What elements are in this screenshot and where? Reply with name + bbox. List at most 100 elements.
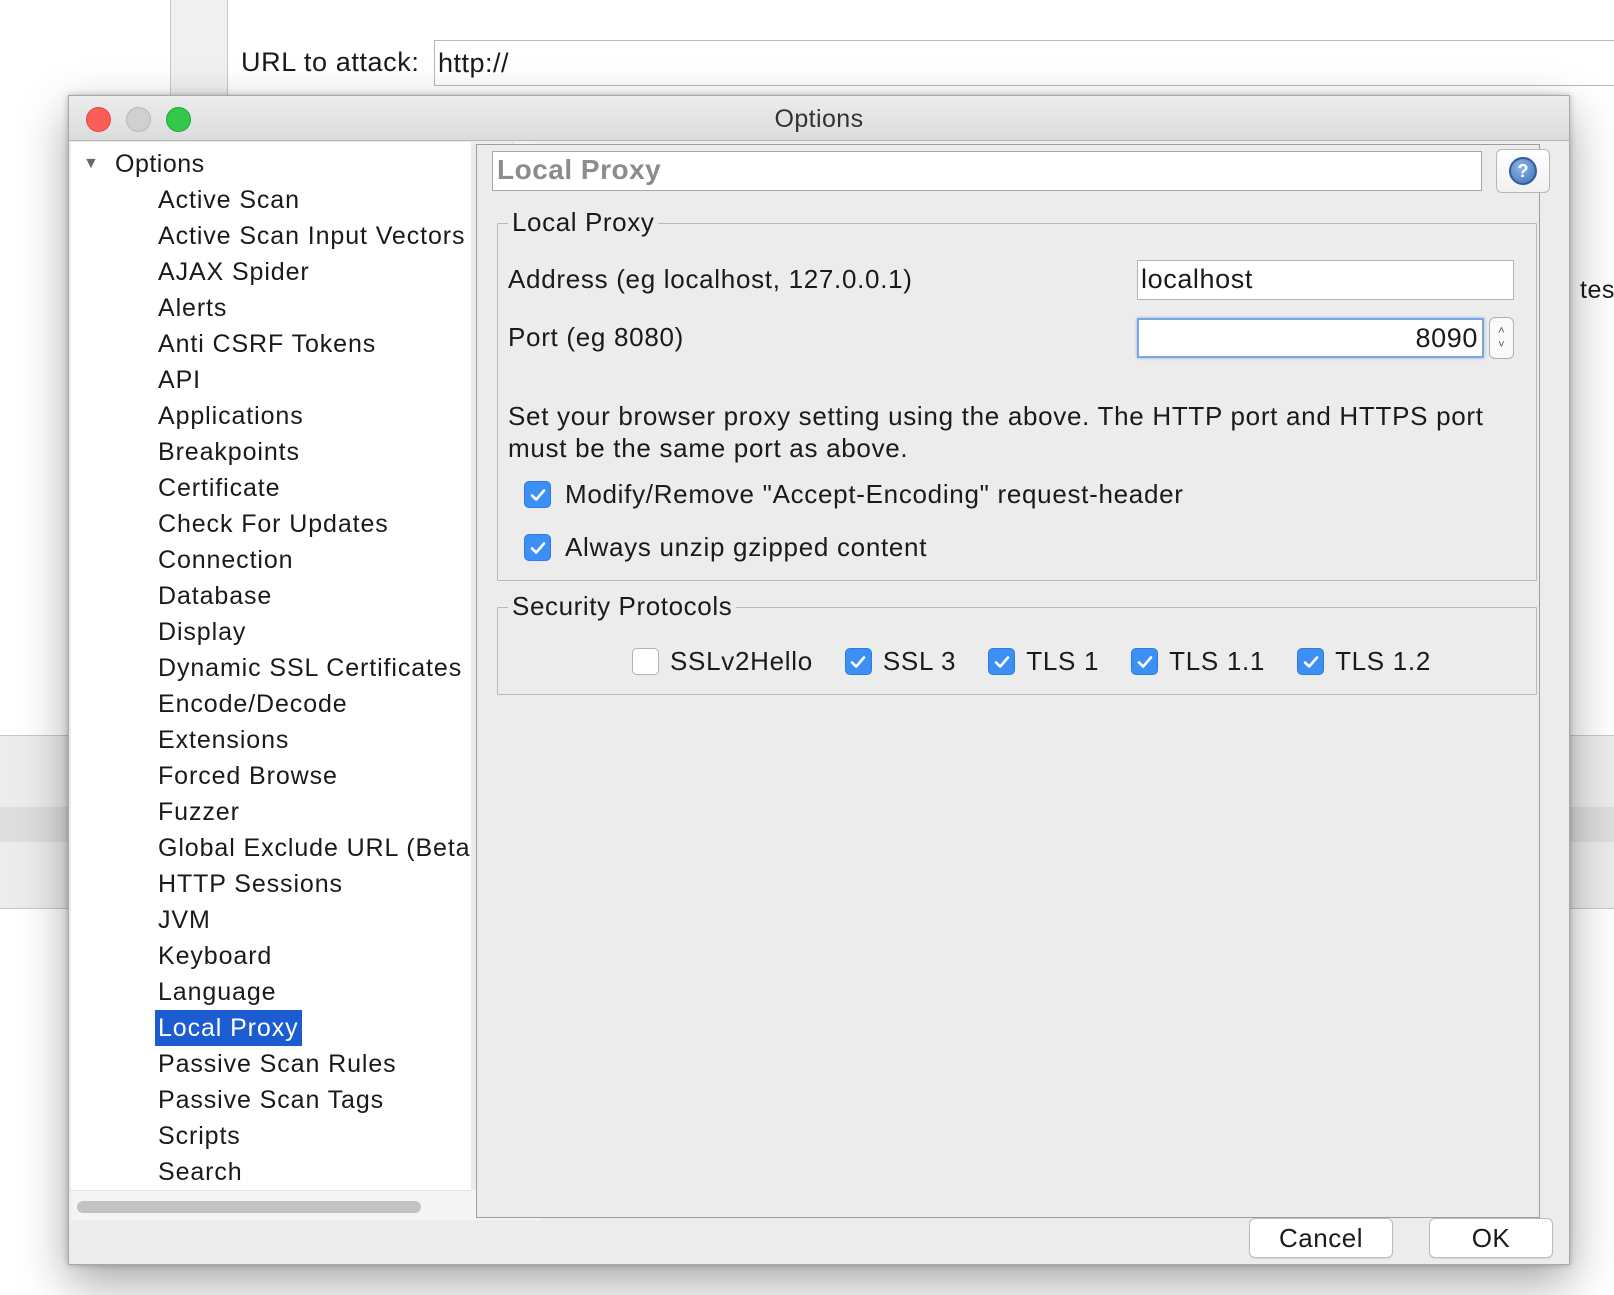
tree-item[interactable]: Certificate [155,474,283,502]
protocol-option[interactable]: SSLv2Hello [632,646,813,677]
protocol-option[interactable]: TLS 1.2 [1297,646,1431,677]
protocol-checkbox[interactable] [1131,648,1159,675]
protocol-checkbox[interactable] [988,648,1016,675]
chevron-down-icon[interactable]: ˅ [1498,338,1504,352]
modify-accept-encoding-label[interactable]: Modify/Remove "Accept-Encoding" request-… [565,479,1184,510]
modify-accept-encoding-checkbox[interactable] [524,481,551,508]
security-protocols-group: Security Protocols SSLv2Hello SSL 3 TLS 1 T… [497,591,1537,695]
tree-item[interactable]: Scripts [155,1122,244,1150]
unzip-gzip-option[interactable]: Always unzip gzipped content [524,532,927,563]
unzip-gzip-label[interactable]: Always unzip gzipped content [565,532,927,563]
port-input[interactable]: 8090 [1137,318,1484,358]
proxy-info-text: Set your browser proxy setting using the… [508,401,1484,463]
security-protocols-group-title: Security Protocols [508,591,737,622]
protocol-checkbox[interactable] [844,648,872,675]
dialog-title: Options [774,105,864,133]
tree-row: Local Proxy [155,1010,471,1046]
protocol-option[interactable]: TLS 1 [988,646,1099,677]
cancel-button[interactable]: Cancel [1249,1218,1393,1258]
tree-item[interactable]: AJAX Spider [155,258,313,286]
tree-items: Active Scan Active Scan Input Vectors AJAX… [155,182,471,1190]
tree-item[interactable]: Display [155,618,249,646]
tree-row: Breakpoints [155,434,471,470]
tree-horizontal-scrollbar[interactable] [71,1190,471,1220]
tree-row: Connection [155,542,471,578]
tree-item[interactable]: Anti CSRF Tokens [155,330,379,358]
tree-item[interactable]: Forced Browse [155,762,341,790]
protocol-option[interactable]: SSL 3 [844,646,956,677]
tree-item[interactable]: API [155,366,204,394]
checkmark-icon [851,655,866,668]
tree-item[interactable]: Database [155,582,275,610]
tree-item[interactable]: Dynamic SSL Certificates [155,654,465,682]
tree-item[interactable]: Fuzzer [155,798,243,826]
protocol-label[interactable]: TLS 1 [1026,646,1099,677]
protocol-label[interactable]: TLS 1.2 [1335,646,1431,677]
tree-row: AJAX Spider [155,254,471,290]
protocol-label[interactable]: SSLv2Hello [670,646,813,677]
tree-item[interactable]: JVM [155,906,214,934]
options-tree: ▼ Options Active Scan Active Scan Input V… [71,142,471,1190]
tree-root[interactable]: ▼ Options [83,146,205,182]
tree-item[interactable]: Passive Scan Tags [155,1086,387,1114]
tree-row: Database [155,578,471,614]
tree-item[interactable]: Active Scan [155,186,303,214]
local-proxy-group: Local Proxy Address (eg localhost, 127.0… [497,207,1537,581]
tree-row: Passive Scan Tags [155,1082,471,1118]
tree-item[interactable]: Encode/Decode [155,690,351,718]
tree-row: Global Exclude URL (Beta [155,830,471,866]
background-splitter [170,0,228,95]
tree-row: Dynamic SSL Certificates [155,650,471,686]
checkmark-icon [530,541,545,554]
tree-item[interactable]: Check For Updates [155,510,392,538]
tree-item[interactable]: Applications [155,402,307,430]
chevron-up-icon[interactable]: ˄ [1498,324,1504,338]
protocol-label[interactable]: SSL 3 [883,646,956,677]
tree-row: Display [155,614,471,650]
tree-item[interactable]: Keyboard [155,942,275,970]
address-input[interactable]: localhost [1137,260,1514,300]
tree-row: Scripts [155,1118,471,1154]
tree-item[interactable]: Local Proxy [155,1010,302,1046]
ok-button[interactable]: OK [1429,1218,1553,1258]
tree-item[interactable]: Alerts [155,294,230,322]
tree-row: Extensions [155,722,471,758]
options-dialog: Options ▼ Options Active Scan Active Scan… [68,95,1570,1265]
tree-row: Applications [155,398,471,434]
address-label: Address (eg localhost, 127.0.0.1) [508,264,913,294]
tree-item[interactable]: HTTP Sessions [155,870,346,898]
tree-item[interactable]: Language [155,978,279,1006]
protocol-option[interactable]: TLS 1.1 [1131,646,1265,677]
tree-horizontal-scroll-thumb[interactable] [77,1201,421,1213]
tree-row: Alerts [155,290,471,326]
tree-row: Encode/Decode [155,686,471,722]
local-proxy-group-title: Local Proxy [508,207,659,238]
unzip-gzip-checkbox[interactable] [524,534,551,561]
protocol-checkbox[interactable] [632,648,659,675]
tree-item[interactable]: Passive Scan Rules [155,1050,400,1078]
url-to-attack-input[interactable]: http:// [434,40,1614,86]
protocol-label[interactable]: TLS 1.1 [1169,646,1265,677]
protocol-checkbox[interactable] [1297,648,1325,675]
tree-item[interactable]: Global Exclude URL (Beta [155,834,471,862]
tree-item[interactable]: Search [155,1158,246,1186]
tree-row: API [155,362,471,398]
tree-row: Keyboard [155,938,471,974]
tree-item[interactable]: Breakpoints [155,438,303,466]
tree-row: Search [155,1154,471,1190]
tree-row: Active Scan [155,182,471,218]
help-button[interactable]: ? [1496,149,1550,193]
background-side-text: tes [1580,276,1614,304]
port-label: Port (eg 8080) [508,322,685,352]
tree-row: JVM [155,902,471,938]
tree-item[interactable]: Extensions [155,726,292,754]
expand-triangle-icon[interactable]: ▼ [83,155,115,173]
options-content-panel: Local Proxy ? Local Proxy Address (eg lo… [476,144,1550,1218]
port-stepper[interactable]: ˄ ˅ [1489,317,1514,359]
dialog-titlebar[interactable]: Options [69,96,1569,141]
panel-header: Local Proxy [492,151,1482,191]
tree-row: Active Scan Input Vectors [155,218,471,254]
tree-item[interactable]: Connection [155,546,296,574]
modify-accept-encoding-option[interactable]: Modify/Remove "Accept-Encoding" request-… [524,479,1184,510]
tree-item[interactable]: Active Scan Input Vectors [155,222,468,250]
